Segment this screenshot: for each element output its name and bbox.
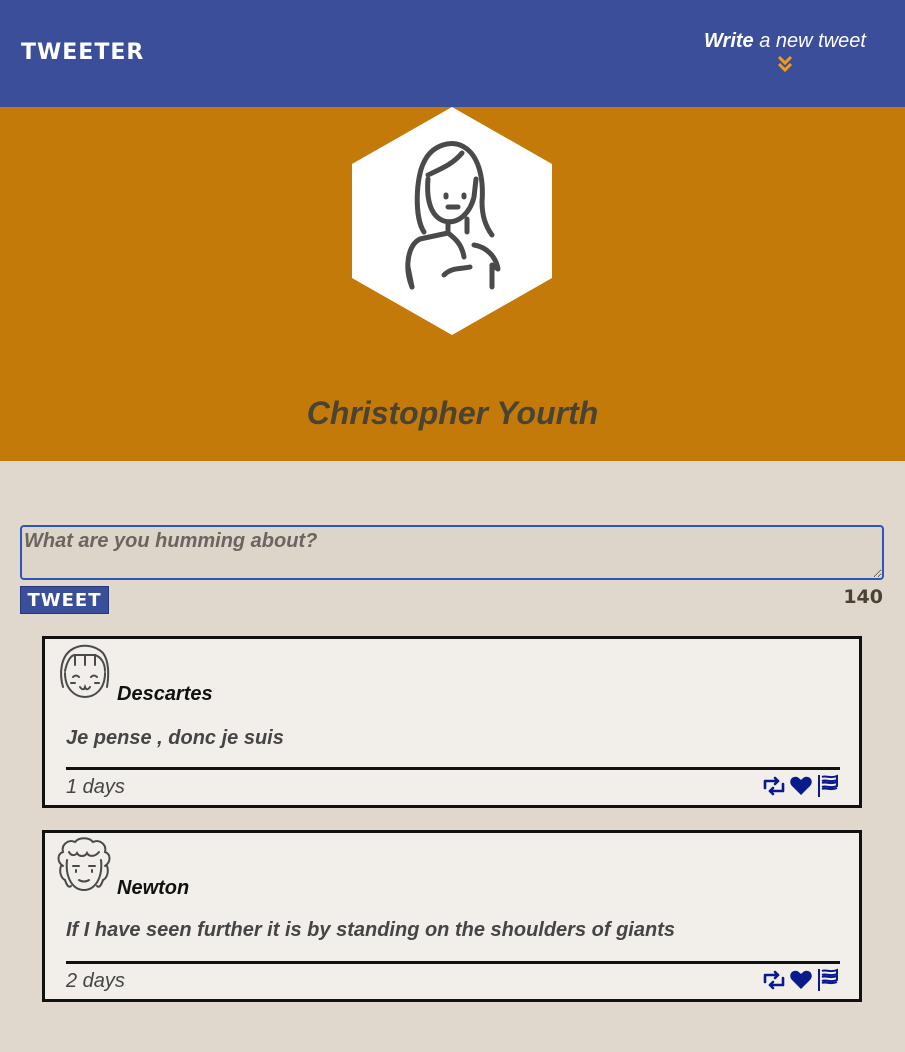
profile-header: Christopher Yourth	[0, 107, 905, 461]
write-new-tweet-label: Write a new tweet	[704, 30, 866, 52]
flag-icon[interactable]	[816, 774, 840, 798]
tweet-author[interactable]: Descartes	[117, 683, 213, 706]
tweet-card: Descartes Je pense , donc je suis 1 days	[42, 636, 862, 808]
character-counter: 140	[843, 586, 883, 608]
tweet-button[interactable]: Tweet	[20, 586, 109, 614]
tweet-actions	[762, 968, 840, 992]
profile-avatar	[352, 107, 552, 335]
tweet-timestamp: 2 days	[66, 970, 125, 992]
flag-icon[interactable]	[816, 968, 840, 992]
tweet-card: Newton If I have seen further it is by s…	[42, 830, 862, 1002]
write-new-tweet-toggle[interactable]: Write a new tweet	[700, 30, 870, 73]
retweet-icon[interactable]	[762, 968, 786, 992]
tweet-text: Je pense , donc je suis	[66, 727, 284, 749]
profile-name: Christopher Yourth	[306, 395, 599, 431]
tweet-compose-input[interactable]	[20, 525, 884, 580]
descartes-avatar-icon	[60, 644, 110, 699]
newton-avatar-icon	[57, 837, 111, 892]
tweet-timestamp: 1 days	[66, 776, 125, 798]
heart-icon[interactable]	[789, 774, 813, 798]
top-nav: Tweeter Write a new tweet	[0, 0, 905, 107]
tweet-footer: 2 days	[66, 961, 840, 997]
double-chevron-down-icon	[777, 55, 793, 73]
heart-icon[interactable]	[789, 968, 813, 992]
tweet-text: If I have seen further it is by standing…	[66, 919, 675, 941]
tweet-actions	[762, 774, 840, 798]
retweet-icon[interactable]	[762, 774, 786, 798]
brand-logo[interactable]: Tweeter	[21, 40, 144, 65]
tweet-footer: 1 days	[66, 767, 840, 803]
tweet-author[interactable]: Newton	[117, 877, 189, 900]
